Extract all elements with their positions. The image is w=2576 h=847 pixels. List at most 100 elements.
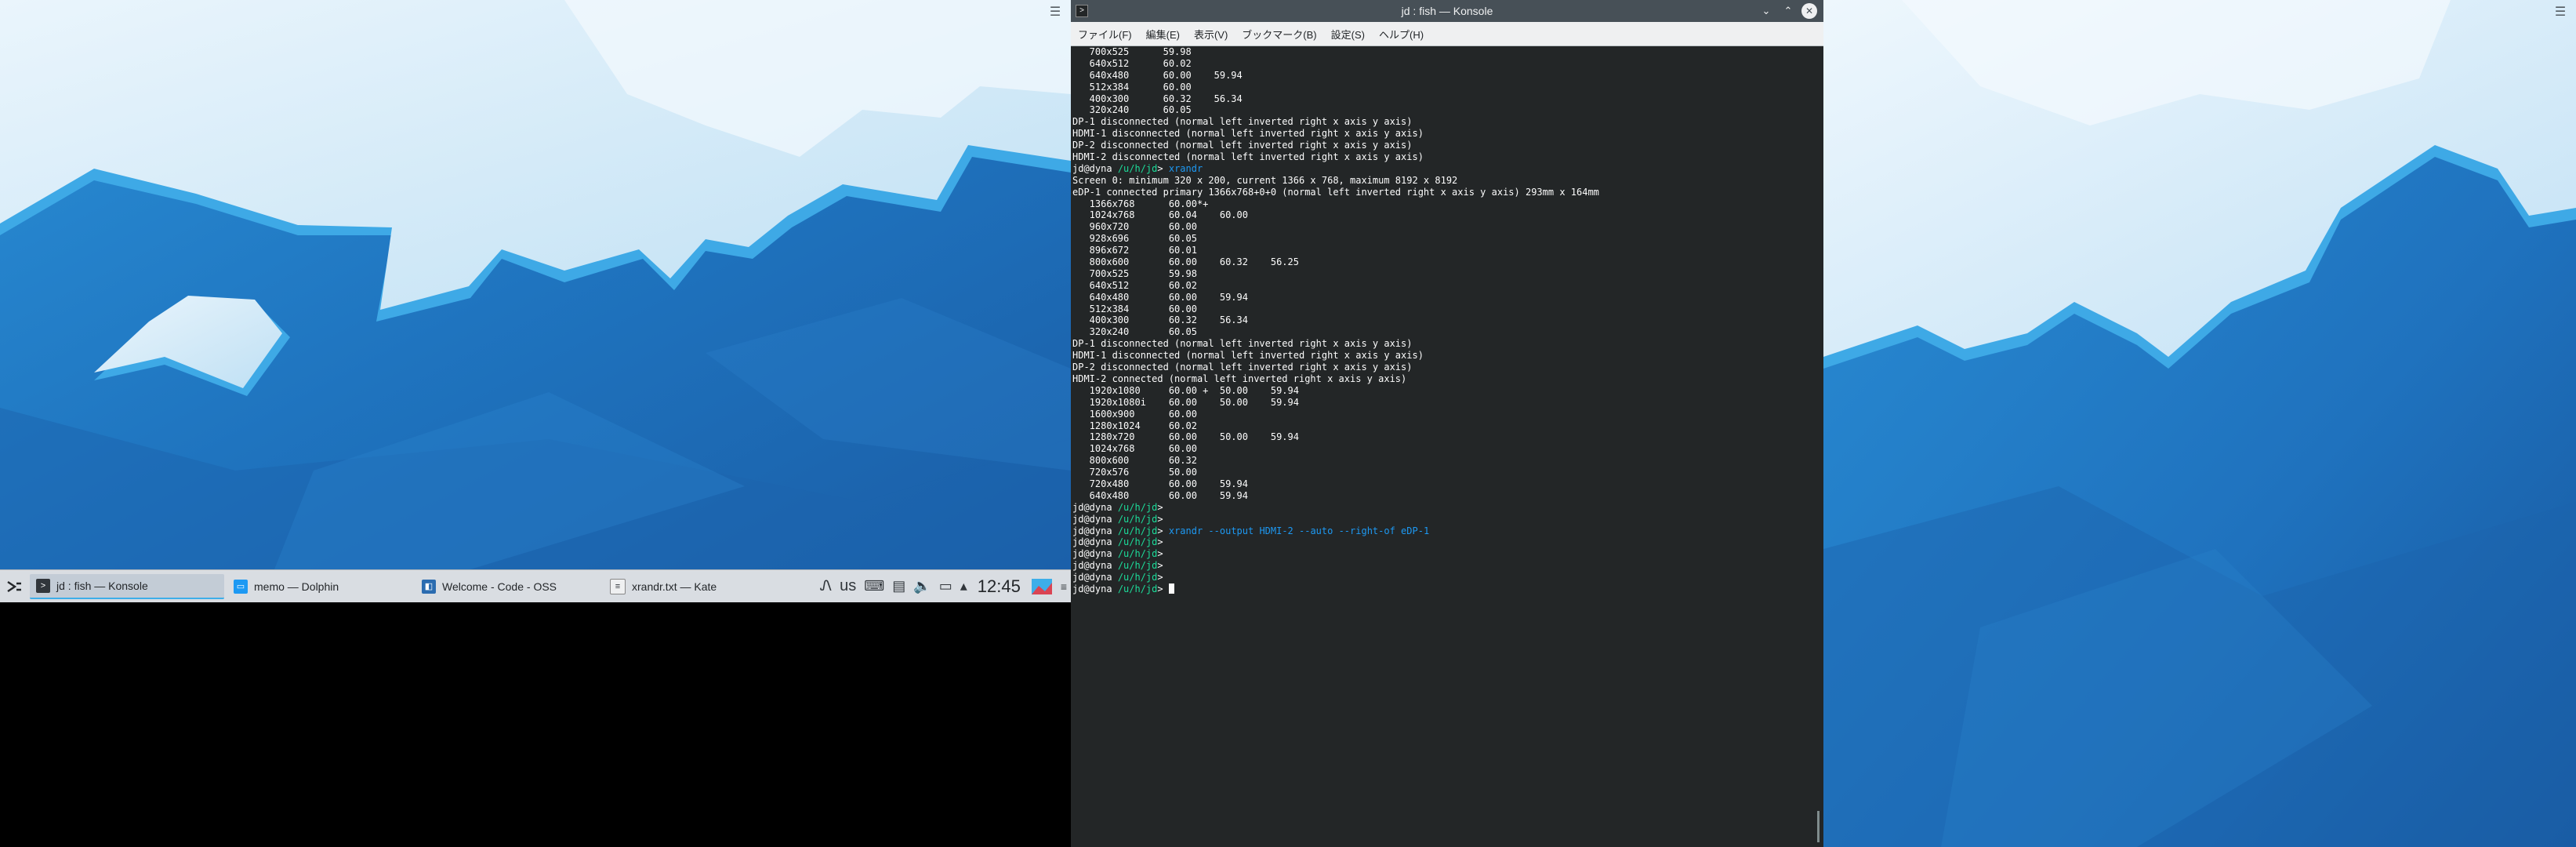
output-line: 512x384 60.00 bbox=[1072, 81, 1192, 93]
output-line: 1920x1080i 60.00 50.00 59.94 bbox=[1072, 396, 1299, 408]
task-konsole[interactable]: > jd : fish — Konsole bbox=[30, 573, 224, 599]
prompt-user: jd@dyna bbox=[1072, 501, 1112, 513]
menu-file[interactable]: ファイル(F) bbox=[1071, 27, 1139, 42]
dolphin-icon: ▭ bbox=[234, 579, 248, 594]
desktop-toolbox-icon[interactable]: ☰ bbox=[1046, 5, 1065, 19]
scrollbar-thumb[interactable] bbox=[1817, 811, 1820, 842]
prompt-path: /u/h/jd bbox=[1117, 513, 1158, 525]
application-launcher-icon[interactable] bbox=[0, 570, 30, 603]
output-line: 1024x768 60.04 60.00 bbox=[1072, 209, 1248, 221]
prompt-user: jd@dyna bbox=[1072, 162, 1112, 174]
task-dolphin[interactable]: ▭ memo — Dolphin bbox=[227, 574, 412, 599]
output-line: 1920x1080 60.00 + 50.00 59.94 bbox=[1072, 384, 1299, 396]
output-line: 640x480 60.00 59.94 bbox=[1072, 69, 1243, 81]
digital-clock[interactable]: 12:45 bbox=[978, 576, 1021, 597]
konsole-window[interactable]: > jd : fish — Konsole ⌄ ⌃ ✕ ファイル(F) 編集(E… bbox=[1071, 0, 1823, 847]
menu-settings[interactable]: 設定(S) bbox=[1324, 27, 1372, 42]
output-line: 720x576 50.00 bbox=[1072, 467, 1197, 478]
output-line: DP-2 disconnected (normal left inverted … bbox=[1072, 140, 1413, 151]
prompt-path: /u/h/jd bbox=[1117, 536, 1158, 548]
output-line: 320x240 60.05 bbox=[1072, 326, 1197, 338]
output-line: 1280x720 60.00 50.00 59.94 bbox=[1072, 431, 1299, 443]
prompt-user: jd@dyna bbox=[1072, 583, 1112, 594]
prompt-line: jd@dyna /u/h/jd> bbox=[1072, 513, 1169, 525]
output-line: 400x300 60.32 56.34 bbox=[1072, 93, 1243, 104]
output-line: 1024x768 60.00 bbox=[1072, 443, 1197, 455]
output-line: 640x480 60.00 59.94 bbox=[1072, 291, 1248, 303]
keyboard-layout[interactable]: us bbox=[840, 577, 856, 595]
command-text: xrandr bbox=[1168, 162, 1203, 174]
output-line: HDMI-2 disconnected (normal left inverte… bbox=[1072, 151, 1424, 163]
desktop-toolbox-icon[interactable]: ☰ bbox=[2551, 5, 2570, 19]
output-line: 700x525 59.98 bbox=[1072, 46, 1192, 57]
output-line: Screen 0: minimum 320 x 200, current 136… bbox=[1072, 174, 1458, 186]
command-text: xrandr --output HDMI-2 --auto --right-of… bbox=[1168, 525, 1430, 536]
output-line: 896x672 60.01 bbox=[1072, 245, 1197, 256]
prompt-user: jd@dyna bbox=[1072, 525, 1112, 536]
prompt-path: /u/h/jd bbox=[1117, 572, 1158, 583]
prompt-user: jd@dyna bbox=[1072, 560, 1112, 572]
prompt-path: /u/h/jd bbox=[1117, 548, 1158, 560]
prompt-user: jd@dyna bbox=[1072, 536, 1112, 548]
task-code-oss[interactable]: ◧ Welcome - Code - OSS bbox=[415, 574, 600, 599]
kate-icon: ≡ bbox=[610, 578, 626, 594]
menu-help[interactable]: ヘルプ(H) bbox=[1372, 27, 1431, 42]
panel-menu-icon[interactable]: ≡ bbox=[1061, 580, 1067, 593]
prompt-path: /u/h/jd bbox=[1117, 525, 1158, 536]
maximize-icon[interactable]: ⌃ bbox=[1780, 2, 1797, 20]
input-method-icon[interactable]: Ꮑ bbox=[820, 578, 832, 594]
window-buttons: ⌄ ⌃ ✕ bbox=[1758, 2, 1817, 20]
task-label: memo — Dolphin bbox=[254, 580, 339, 593]
menu-edit[interactable]: 編集(E) bbox=[1139, 27, 1187, 42]
window-title: jd : fish — Konsole bbox=[1401, 5, 1493, 17]
minimize-icon[interactable]: ⌄ bbox=[1758, 2, 1775, 20]
prompt-path: /u/h/jd bbox=[1117, 162, 1158, 174]
clipboard-icon[interactable]: ▤ bbox=[892, 578, 905, 594]
show-desktop-icon[interactable] bbox=[1031, 578, 1053, 595]
output-line: 1366x768 60.00*+ bbox=[1072, 198, 1209, 209]
task-label: Welcome - Code - OSS bbox=[442, 580, 557, 593]
taskbar: > jd : fish — Konsole ▭ memo — Dolphin ◧… bbox=[0, 569, 1071, 602]
prompt-path: /u/h/jd bbox=[1117, 501, 1158, 513]
volume-icon[interactable]: 🔈 bbox=[913, 578, 931, 594]
output-line: 800x600 60.32 bbox=[1072, 455, 1197, 467]
prompt-line: jd@dyna /u/h/jd> xrandr bbox=[1072, 162, 1203, 174]
output-line: 700x525 59.98 bbox=[1072, 267, 1197, 279]
prompt-line: jd@dyna /u/h/jd> bbox=[1072, 583, 1812, 595]
desktop-wallpaper bbox=[1823, 0, 2576, 847]
task-label: jd : fish — Konsole bbox=[56, 579, 148, 592]
output-line: HDMI-1 disconnected (normal left inverte… bbox=[1072, 128, 1424, 140]
output-line: 1280x1024 60.02 bbox=[1072, 420, 1197, 431]
laptop-screen: ☰ > jd : fish — Konsole ▭ memo — Dolphin… bbox=[0, 0, 1071, 602]
battery-icon[interactable]: ▭ bbox=[939, 578, 952, 594]
prompt-user: jd@dyna bbox=[1072, 513, 1112, 525]
close-icon[interactable]: ✕ bbox=[1801, 3, 1817, 19]
task-label: xrandr.txt — Kate bbox=[632, 580, 717, 593]
menu-bookmarks[interactable]: ブックマーク(B) bbox=[1235, 27, 1323, 42]
menu-bar: ファイル(F) 編集(E) 表示(V) ブックマーク(B) 設定(S) ヘルプ(… bbox=[1071, 22, 1823, 46]
prompt-line: jd@dyna /u/h/jd> xrandr --output HDMI-2 … bbox=[1072, 525, 1430, 536]
menu-view[interactable]: 表示(V) bbox=[1187, 27, 1235, 42]
output-line: 400x300 60.32 56.34 bbox=[1072, 314, 1248, 326]
window-titlebar[interactable]: > jd : fish — Konsole ⌄ ⌃ ✕ bbox=[1071, 0, 1823, 22]
output-line: HDMI-2 connected (normal left inverted r… bbox=[1072, 373, 1407, 384]
prompt-line: jd@dyna /u/h/jd> bbox=[1072, 501, 1169, 513]
prompt-line: jd@dyna /u/h/jd> bbox=[1072, 548, 1169, 560]
output-line: 1600x900 60.00 bbox=[1072, 408, 1197, 420]
keyboard-icon[interactable]: ⌨ bbox=[864, 578, 884, 594]
output-line: DP-1 disconnected (normal left inverted … bbox=[1072, 116, 1413, 128]
prompt-line: jd@dyna /u/h/jd> bbox=[1072, 572, 1169, 583]
prompt-user: jd@dyna bbox=[1072, 572, 1112, 583]
prompt-line: jd@dyna /u/h/jd> bbox=[1072, 536, 1169, 548]
tray-expand-arrow-icon[interactable]: ▴ bbox=[960, 578, 967, 594]
terminal-scrollbar[interactable] bbox=[1812, 46, 1823, 847]
terminal-output[interactable]: 700x525 59.98 640x512 60.02 640x480 60.0… bbox=[1071, 46, 1812, 847]
prompt-path: /u/h/jd bbox=[1117, 583, 1158, 594]
output-line: 640x512 60.02 bbox=[1072, 279, 1197, 291]
output-line: 640x480 60.00 59.94 bbox=[1072, 489, 1248, 501]
konsole-icon: > bbox=[36, 578, 50, 593]
prompt-path: /u/h/jd bbox=[1117, 560, 1158, 572]
output-line: 640x512 60.02 bbox=[1072, 57, 1192, 69]
output-line: 800x600 60.00 60.32 56.25 bbox=[1072, 256, 1299, 268]
task-kate[interactable]: ≡ xrandr.txt — Kate bbox=[604, 574, 789, 599]
